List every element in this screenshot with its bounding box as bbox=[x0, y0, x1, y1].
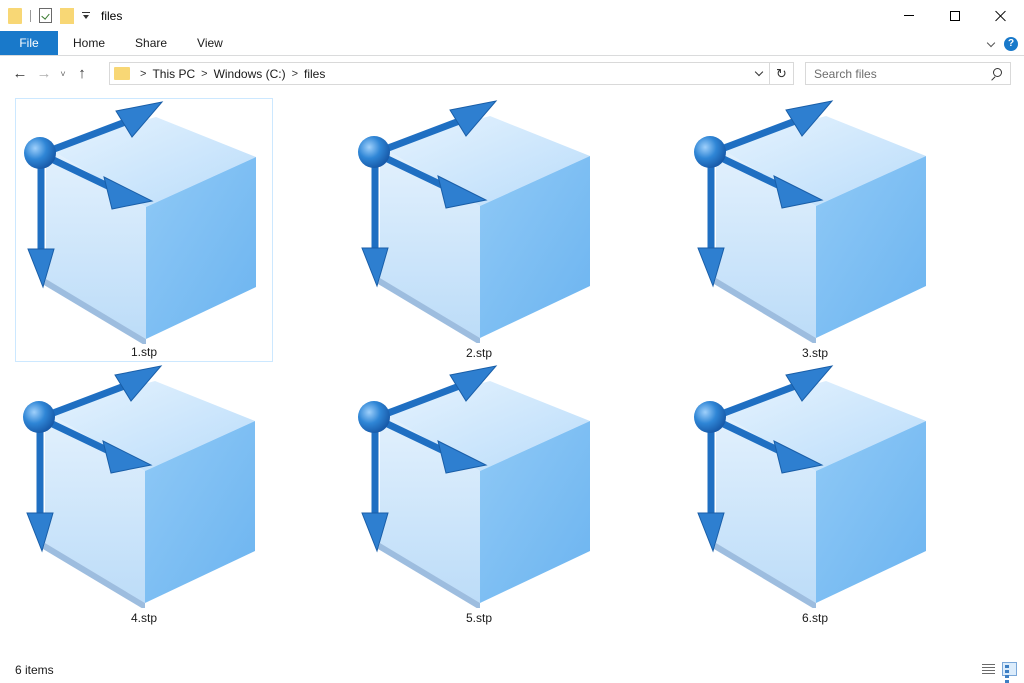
file-view: 1.stp 2.stp 3.stp 4.stp 5.stp 6.stp bbox=[0, 90, 1024, 656]
stp-file-icon bbox=[686, 98, 944, 343]
file-item-6[interactable]: 6.stp bbox=[686, 363, 944, 627]
window-title: files bbox=[101, 8, 123, 23]
refresh-button[interactable]: ↻ bbox=[770, 62, 794, 85]
refresh-icon: ↻ bbox=[776, 65, 787, 81]
chevron-down-icon: ˅ bbox=[60, 68, 66, 79]
stp-file-icon bbox=[16, 99, 274, 344]
details-view-button[interactable] bbox=[980, 661, 997, 677]
file-item-4[interactable]: 4.stp bbox=[15, 363, 273, 627]
file-name: 4.stp bbox=[130, 611, 157, 625]
details-view-icon bbox=[982, 663, 995, 675]
large-icons-view-button[interactable] bbox=[1001, 661, 1018, 683]
help-icon[interactable]: ? bbox=[1004, 36, 1018, 51]
new-folder-icon[interactable] bbox=[60, 7, 74, 24]
customize-toolbar-icon[interactable] bbox=[82, 11, 91, 21]
breadcrumb-files[interactable]: files bbox=[304, 67, 325, 81]
expand-ribbon-icon[interactable] bbox=[987, 40, 995, 48]
address-bar[interactable]: > This PC > Windows (C:) > files bbox=[109, 62, 770, 85]
minimize-icon bbox=[904, 15, 914, 16]
file-name: 1.stp bbox=[130, 345, 157, 359]
file-name: 6.stp bbox=[801, 611, 828, 625]
breadcrumb-separator[interactable]: > bbox=[201, 68, 207, 80]
maximize-button[interactable] bbox=[932, 0, 978, 31]
breadcrumb-this-pc[interactable]: This PC bbox=[152, 67, 195, 81]
ribbon-right-controls: ? bbox=[987, 31, 1018, 56]
folder-icon bbox=[114, 67, 130, 80]
stp-file-icon bbox=[686, 363, 944, 608]
breadcrumb-separator[interactable]: > bbox=[292, 68, 298, 80]
status-bar: 6 items bbox=[0, 656, 1024, 683]
view-toggles bbox=[980, 661, 1018, 683]
file-name: 2.stp bbox=[465, 346, 492, 360]
recent-locations-button[interactable]: ˅ bbox=[56, 69, 70, 79]
maximize-icon bbox=[950, 10, 960, 21]
tab-home[interactable]: Home bbox=[58, 31, 120, 55]
minimize-button[interactable] bbox=[886, 0, 932, 31]
breadcrumb-separator[interactable]: > bbox=[140, 68, 146, 80]
title-bar: files bbox=[0, 0, 1024, 31]
file-name: 3.stp bbox=[801, 346, 828, 360]
address-history-icon[interactable] bbox=[755, 69, 763, 77]
folder-icon[interactable] bbox=[8, 7, 22, 24]
navigation-bar: ← → ˅ ↑ > This PC > Windows (C:) > files… bbox=[0, 57, 1024, 90]
stp-file-icon bbox=[350, 363, 608, 608]
stp-file-icon bbox=[15, 363, 273, 608]
file-item-2[interactable]: 2.stp bbox=[350, 98, 608, 362]
up-button[interactable]: ↑ bbox=[70, 62, 94, 86]
quick-access-toolbar bbox=[0, 0, 101, 31]
forward-button[interactable]: → bbox=[32, 62, 56, 86]
toolbar-divider bbox=[30, 9, 31, 22]
arrow-left-icon: ← bbox=[12, 65, 28, 82]
tab-view[interactable]: View bbox=[182, 31, 238, 55]
file-item-3[interactable]: 3.stp bbox=[686, 98, 944, 362]
file-item-1[interactable]: 1.stp bbox=[15, 98, 273, 362]
tab-file[interactable]: File bbox=[0, 31, 58, 55]
close-icon bbox=[995, 10, 1007, 22]
tab-share[interactable]: Share bbox=[120, 31, 182, 55]
stp-file-icon bbox=[350, 98, 608, 343]
window-controls bbox=[886, 0, 1024, 31]
close-button[interactable] bbox=[978, 0, 1024, 31]
arrow-right-icon: → bbox=[36, 65, 52, 82]
properties-icon[interactable] bbox=[39, 8, 52, 23]
file-item-5[interactable]: 5.stp bbox=[350, 363, 608, 627]
file-name: 5.stp bbox=[465, 611, 492, 625]
search-input[interactable] bbox=[814, 63, 990, 84]
breadcrumb-windows-c[interactable]: Windows (C:) bbox=[214, 67, 286, 81]
ribbon-tabs: File Home Share View ? bbox=[0, 31, 1024, 56]
large-icons-view-icon bbox=[1002, 662, 1017, 683]
arrow-up-icon: ↑ bbox=[78, 65, 86, 82]
back-button[interactable]: ← bbox=[8, 62, 32, 86]
search-box[interactable] bbox=[805, 62, 1011, 85]
search-icon[interactable] bbox=[990, 68, 1002, 80]
item-count: 6 items bbox=[15, 662, 54, 677]
